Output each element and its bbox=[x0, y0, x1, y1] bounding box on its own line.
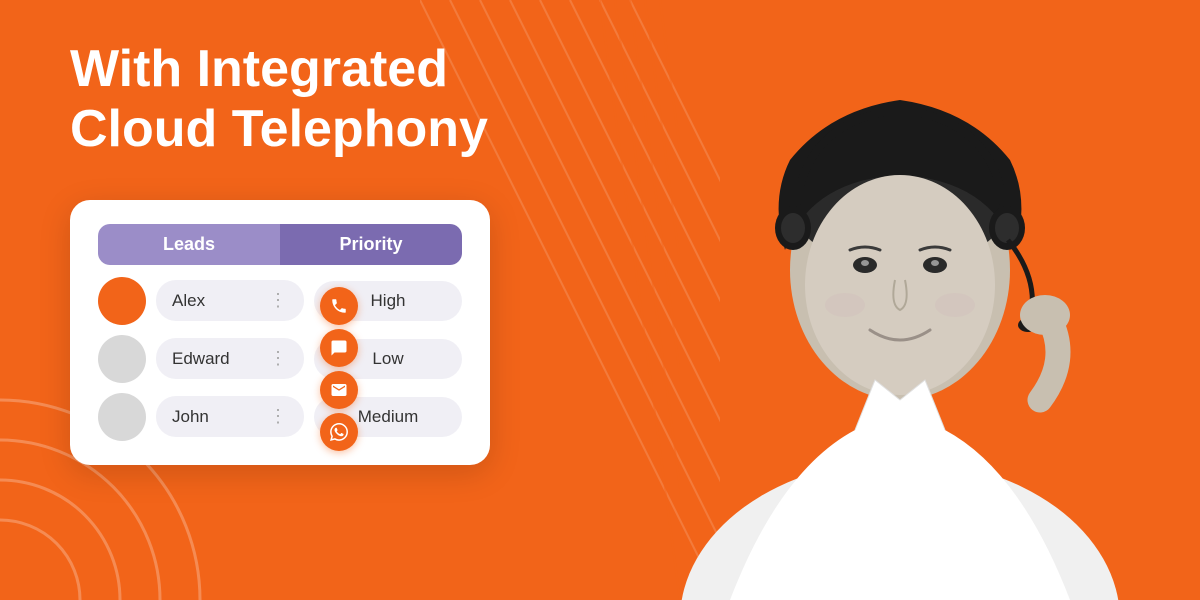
email-icon[interactable] bbox=[320, 371, 358, 409]
lead-name-cell: Alex ⋮ bbox=[156, 280, 304, 321]
phone-icon[interactable] bbox=[320, 287, 358, 325]
leads-card: Leads Priority bbox=[70, 200, 490, 465]
lead-name-cell: Edward ⋮ bbox=[156, 338, 304, 379]
row-dots: ⋮ bbox=[269, 348, 288, 369]
lead-name: John bbox=[172, 407, 209, 427]
avatar bbox=[98, 277, 146, 325]
table-row: John ⋮ Medium bbox=[98, 393, 462, 441]
avatar bbox=[98, 335, 146, 383]
headline-line2: Cloud Telephony bbox=[70, 100, 488, 158]
avatar bbox=[98, 393, 146, 441]
col-leads: Leads bbox=[98, 224, 280, 265]
left-section: With Integrated Cloud Telephony Leads Pr… bbox=[0, 0, 600, 600]
table-header: Leads Priority bbox=[98, 224, 462, 265]
row-dots: ⋮ bbox=[269, 406, 288, 427]
headline: With Integrated Cloud Telephony bbox=[70, 40, 488, 160]
table-rows: Alex ⋮ High Edward ⋮ Low John ⋮ bbox=[98, 277, 462, 441]
action-icons bbox=[320, 287, 358, 451]
whatsapp-icon[interactable] bbox=[320, 413, 358, 451]
right-section bbox=[600, 0, 1200, 600]
lead-name-cell: John ⋮ bbox=[156, 396, 304, 437]
lead-name: Alex bbox=[172, 291, 205, 311]
chat-icon[interactable] bbox=[320, 329, 358, 367]
lead-name: Edward bbox=[172, 349, 230, 369]
col-priority: Priority bbox=[280, 224, 462, 265]
table-row: Edward ⋮ Low bbox=[98, 335, 462, 383]
table-row: Alex ⋮ High bbox=[98, 277, 462, 325]
headline-line1: With Integrated bbox=[70, 40, 448, 98]
row-dots: ⋮ bbox=[269, 290, 288, 311]
person-image bbox=[600, 0, 1200, 600]
